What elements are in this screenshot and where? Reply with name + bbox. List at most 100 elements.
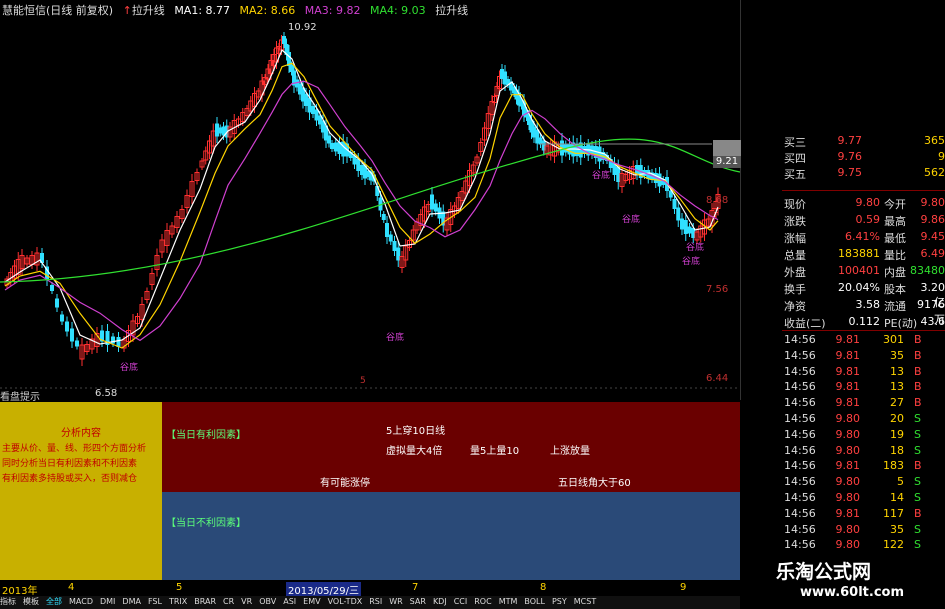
- bid-volume: 365: [924, 134, 945, 147]
- candle-body: [282, 36, 286, 44]
- indicator-tab[interactable]: EMV: [303, 597, 320, 606]
- stat-label: 总量: [784, 249, 806, 262]
- tick-time: 14:56: [784, 364, 816, 378]
- indicator-tab[interactable]: VR: [241, 597, 252, 606]
- indicator-tab[interactable]: MTM: [499, 597, 518, 606]
- tick-side: B: [914, 380, 922, 394]
- tick-volume: 14: [890, 491, 904, 504]
- tick-row: 14:56 9.81 13 B: [742, 365, 945, 381]
- indicator-tab[interactable]: ASI: [283, 597, 296, 606]
- indicator-tab[interactable]: MACD: [69, 597, 93, 606]
- stat-value: 3.58: [855, 298, 881, 311]
- good-factor-item: 5上穿10日线: [386, 426, 446, 437]
- kline-chart[interactable]: 慧能恒信(日线 前复权) ↑拉升线 MA1: 8.77 MA2: 8.66 MA…: [0, 0, 741, 400]
- tick-side: S: [914, 443, 921, 457]
- tick-price: 9.80: [835, 522, 861, 536]
- tick-side: B: [914, 333, 922, 346]
- indicator-tab[interactable]: 全部: [46, 597, 62, 606]
- bottom-label-3: 谷底: [592, 171, 611, 181]
- indicator-tab[interactable]: KDJ: [433, 597, 447, 606]
- good-factors-panel: 【当日有利因素】 5上穿10日线 虚拟量大4倍 量5上量10 上涨放量 有可能涨…: [162, 402, 740, 492]
- tick-volume: 122: [883, 538, 904, 552]
- stat-row: 涨幅 6.41% 最低 9.45: [742, 230, 945, 246]
- small-mark: 5: [360, 376, 366, 386]
- indicator-tab[interactable]: TRIX: [169, 597, 187, 606]
- tick-time: 14:56: [784, 475, 816, 489]
- indicator-tab[interactable]: BRAR: [194, 597, 216, 606]
- tick-time: 14:56: [784, 459, 816, 473]
- indicator-tab[interactable]: CCI: [454, 597, 468, 606]
- analysis-title: 分析内容: [61, 428, 101, 439]
- stat-row: 总量 183881 量比 6.49: [742, 247, 945, 263]
- chart-legend: 慧能恒信(日线 前复权) ↑拉升线 MA1: 8.77 MA2: 8.66 MA…: [2, 2, 474, 18]
- stat-label: 涨幅: [784, 232, 806, 245]
- indicator-tab[interactable]: 模板: [23, 597, 39, 606]
- axis-year: 2013年: [2, 586, 38, 597]
- indicator-tab[interactable]: ROC: [474, 597, 491, 606]
- stat-label: 最高: [884, 215, 906, 228]
- tick-side: S: [914, 412, 921, 425]
- tick-time: 14:56: [784, 491, 816, 504]
- stat-label: 涨跌: [784, 215, 806, 228]
- bid-label: 买三: [784, 136, 806, 149]
- tick-side: S: [914, 538, 921, 552]
- candle-body: [381, 214, 386, 220]
- indicator-tab[interactable]: FSL: [148, 597, 162, 606]
- candle-body: [433, 203, 438, 212]
- stat-label: 股本: [884, 283, 906, 296]
- stat-row: 收益(二) 0.112 PE(动) 43.6: [742, 315, 945, 331]
- indicator-tab[interactable]: 指标: [0, 597, 16, 606]
- indicator-tab[interactable]: CR: [223, 597, 234, 606]
- indicator-tab[interactable]: DMA: [122, 597, 141, 606]
- ma4-line: [0, 138, 740, 283]
- indicator-name-2: 拉升线: [435, 4, 469, 17]
- tick-side: S: [914, 427, 921, 441]
- bottom-label-1: 谷底: [120, 363, 139, 373]
- stat-value: 100401: [838, 264, 880, 277]
- tick-price: 9.80: [835, 427, 861, 441]
- indicator-name: ↑拉升线: [123, 4, 165, 17]
- stat-value: 9.86: [920, 213, 945, 226]
- ma1-line: [4, 48, 719, 345]
- tick-price: 9.81: [835, 506, 861, 520]
- tick-side: B: [914, 459, 922, 473]
- tick-volume: 35: [890, 522, 904, 536]
- indicator-tab[interactable]: DMI: [100, 597, 115, 606]
- bid-label: 买五: [784, 168, 806, 181]
- stat-label: 净资: [784, 300, 806, 313]
- tick-price: 9.81: [835, 348, 861, 362]
- stat-label: 现价: [784, 198, 806, 211]
- indicator-tab[interactable]: MCST: [574, 597, 596, 606]
- tick-price: 9.81: [835, 364, 861, 378]
- indicator-tab[interactable]: BOLL: [524, 597, 545, 606]
- bid-row: 买三 9.77 365: [742, 134, 945, 150]
- tick-row: 14:56 9.81 35 B: [742, 349, 945, 365]
- candle-body: [687, 226, 692, 234]
- candle-body: [311, 106, 315, 114]
- tick-price: 9.80: [835, 538, 861, 552]
- tick-time: 14:56: [784, 522, 816, 536]
- candle-body: [356, 159, 361, 171]
- bid-volume: 562: [924, 166, 945, 179]
- indicator-tab[interactable]: VOL-TDX: [328, 597, 363, 606]
- last-price-tag: 9.21: [713, 156, 741, 168]
- candle-body: [75, 340, 79, 347]
- candle-body: [430, 194, 434, 210]
- hint-bar[interactable]: 看盘提示: [0, 388, 740, 403]
- tick-price: 9.80: [835, 491, 861, 504]
- stat-row: 现价 9.80 今开 9.80: [742, 196, 945, 212]
- tick-price: 9.81: [835, 333, 861, 346]
- indicator-tab[interactable]: WR: [389, 597, 402, 606]
- tick-time: 14:56: [784, 538, 816, 552]
- indicator-tab[interactable]: RSI: [369, 597, 382, 606]
- tick-row: 14:56 9.81 301 B: [742, 333, 945, 349]
- bottom-label-6: 谷底: [682, 257, 701, 267]
- stat-label: 换手: [784, 283, 806, 296]
- analysis-line: 同时分析当日有利因素和不利因素: [2, 459, 138, 469]
- indicator-tab[interactable]: SAR: [410, 597, 426, 606]
- indicator-tab[interactable]: PSY: [552, 597, 567, 606]
- candle-body: [341, 141, 346, 157]
- tick-volume: 301: [883, 333, 904, 346]
- indicator-tab[interactable]: OBV: [259, 597, 276, 606]
- axis-month: 4: [68, 582, 75, 593]
